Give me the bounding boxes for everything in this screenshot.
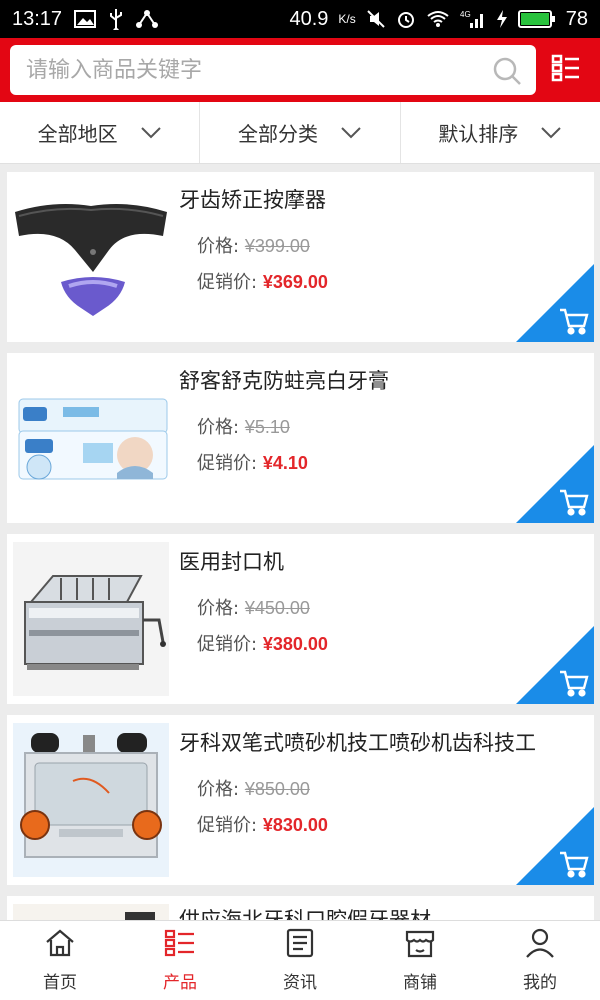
nav-label: 首页: [43, 973, 77, 993]
bottom-navigation: 首页 产品 资讯 商铺 我的: [0, 920, 600, 1000]
product-card[interactable]: 舒客舒克防蛀亮白牙膏 价格: ¥5.10 促销价: ¥4.10: [7, 353, 594, 523]
original-price: ¥399.00: [244, 236, 310, 256]
svg-text:4G: 4G: [460, 10, 471, 19]
product-card[interactable]: 牙科双笔式喷砂机技工喷砂机齿科技工 价格: ¥850.00 促销价: ¥830.…: [7, 715, 594, 885]
category-menu-button[interactable]: [542, 46, 590, 94]
search-icon[interactable]: [492, 56, 522, 90]
product-title[interactable]: 医用封口机: [179, 546, 284, 576]
list-icon: [164, 928, 196, 962]
charging-icon: [496, 9, 508, 29]
product-image[interactable]: [13, 723, 169, 877]
status-bar: 13:17 40.9 K/s 4G 78: [0, 0, 600, 38]
add-to-cart-button[interactable]: [516, 264, 594, 342]
product-image[interactable]: [13, 361, 169, 515]
filter-region[interactable]: 全部地区: [0, 102, 201, 163]
product-title[interactable]: 舒客舒克防蛀亮白牙膏: [179, 365, 389, 395]
signal-icon: 4G: [460, 9, 486, 29]
battery-level: 78: [565, 7, 588, 30]
add-to-cart-button[interactable]: [516, 626, 594, 704]
search-input[interactable]: [10, 45, 470, 95]
add-to-cart-button[interactable]: [516, 807, 594, 885]
product-title[interactable]: 牙齿矫正按摩器: [179, 184, 326, 214]
nav-products[interactable]: 产品: [120, 921, 240, 1000]
nav-label: 资讯: [283, 973, 317, 993]
product-title[interactable]: 牙科双笔式喷砂机技工喷砂机齿科技工: [179, 727, 536, 757]
nav-label: 商铺: [403, 973, 437, 993]
original-price: ¥5.10: [244, 417, 290, 437]
price-label: 价格:: [197, 598, 240, 619]
price-row: 价格: ¥399.00: [197, 232, 310, 258]
promo-price: ¥369.00: [262, 272, 328, 292]
product-card[interactable]: 医用封口机 价格: ¥450.00 促销价: ¥380.00: [7, 534, 594, 704]
app-header: [0, 38, 600, 102]
battery-icon: [517, 9, 556, 29]
nav-label: 产品: [163, 973, 197, 993]
mute-icon: [366, 9, 386, 29]
product-image[interactable]: [13, 542, 169, 696]
promo-label: 促销价:: [197, 453, 258, 474]
nav-profile[interactable]: 我的: [480, 921, 600, 1000]
promo-label: 促销价:: [197, 272, 258, 293]
nav-news[interactable]: 资讯: [240, 921, 360, 1000]
price-row: 价格: ¥850.00: [197, 775, 310, 801]
filter-label: 全部地区: [37, 122, 118, 146]
home-icon: [44, 928, 76, 962]
shop-icon: [404, 928, 436, 962]
share-icon: [136, 9, 159, 29]
network-speed: 40.9: [289, 7, 329, 30]
image-icon: [74, 10, 97, 28]
wifi-icon: [426, 10, 450, 28]
network-speed-unit: K/s: [338, 12, 356, 26]
promo-price: ¥4.10: [262, 453, 308, 473]
chevron-down-icon: [140, 121, 162, 145]
promo-label: 促销价:: [197, 634, 258, 655]
nav-shop[interactable]: 商铺: [360, 921, 480, 1000]
nav-label: 我的: [523, 973, 557, 993]
price-label: 价格:: [197, 779, 240, 800]
user-icon: [524, 928, 556, 962]
price-row: 价格: ¥450.00: [197, 594, 310, 620]
news-icon: [284, 928, 316, 962]
promo-row: 促销价: ¥830.00: [197, 811, 328, 837]
filter-sort[interactable]: 默认排序: [401, 102, 600, 163]
chevron-down-icon: [340, 121, 362, 145]
chevron-down-icon: [540, 121, 562, 145]
promo-label: 促销价:: [197, 815, 258, 836]
list-menu-icon: [551, 53, 581, 87]
filter-label: 默认排序: [438, 122, 519, 146]
price-label: 价格:: [197, 236, 240, 257]
promo-row: 促销价: ¥369.00: [197, 268, 328, 294]
promo-price: ¥380.00: [262, 634, 328, 654]
promo-row: 促销价: ¥380.00: [197, 630, 328, 656]
promo-row: 促销价: ¥4.10: [197, 449, 308, 475]
original-price: ¥450.00: [244, 598, 310, 618]
search-bar: [10, 45, 536, 95]
product-card[interactable]: 牙齿矫正按摩器 价格: ¥399.00 促销价: ¥369.00: [7, 172, 594, 342]
promo-price: ¥830.00: [262, 815, 328, 835]
price-label: 价格:: [197, 417, 240, 438]
filter-category[interactable]: 全部分类: [200, 102, 401, 163]
product-image[interactable]: [13, 180, 169, 334]
add-to-cart-button[interactable]: [516, 445, 594, 523]
nav-home[interactable]: 首页: [0, 921, 120, 1000]
original-price: ¥850.00: [244, 779, 310, 799]
status-time: 13:17: [12, 7, 63, 30]
filter-label: 全部分类: [237, 122, 318, 146]
usb-icon: [108, 8, 124, 30]
alarm-icon: [396, 9, 416, 29]
filter-bar: 全部地区 全部分类 默认排序: [0, 102, 600, 164]
price-row: 价格: ¥5.10: [197, 413, 290, 439]
